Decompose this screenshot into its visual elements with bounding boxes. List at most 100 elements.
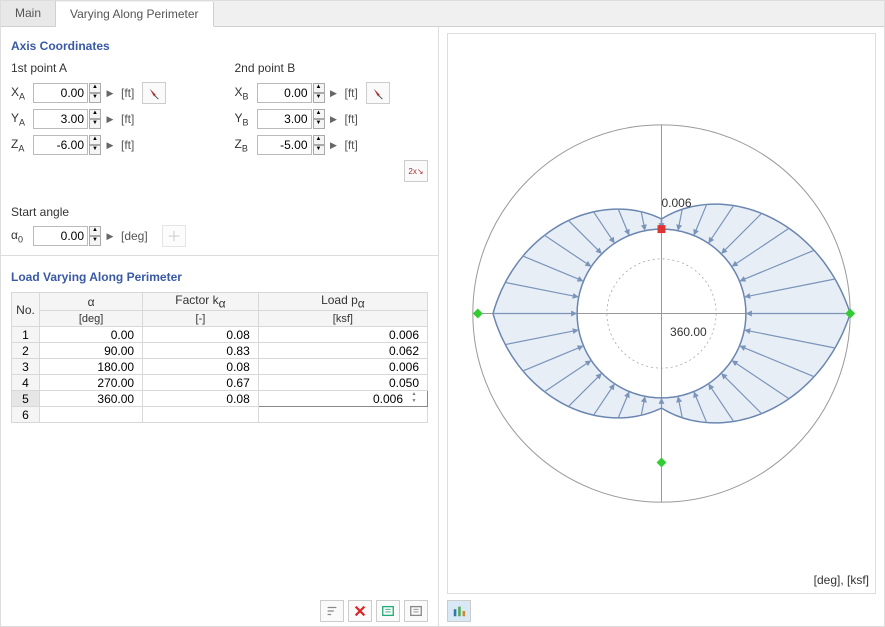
th-alpha-unit: [deg] xyxy=(40,311,143,327)
tab-varying-perimeter[interactable]: Varying Along Perimeter xyxy=(56,2,214,27)
ya-unit: [ft] xyxy=(121,112,134,126)
chart-axis-label: [deg], [ksf] xyxy=(814,573,869,587)
delete-button[interactable] xyxy=(348,600,372,622)
yb-spinner[interactable]: ▲▼ xyxy=(313,109,325,129)
xb-dropdown[interactable]: ▶ xyxy=(327,83,341,103)
chart-top-label: 0.006 xyxy=(662,196,692,210)
pick-b-button[interactable] xyxy=(366,82,390,104)
load-table: No. α Factor kα Load pα [deg] [-] [ksf] … xyxy=(11,292,428,423)
za-spinner[interactable]: ▲▼ xyxy=(89,135,101,155)
zb-spinner[interactable]: ▲▼ xyxy=(313,135,325,155)
xa-dropdown[interactable]: ▶ xyxy=(103,83,117,103)
table-row[interactable]: 6 xyxy=(12,407,428,423)
cell-factor[interactable]: 0.83 xyxy=(143,343,259,359)
pick-2x-button[interactable]: 2x↘ xyxy=(404,160,428,182)
marker-0 xyxy=(658,225,666,233)
cell-factor[interactable]: 0.08 xyxy=(143,359,259,375)
start-angle-title: Start angle xyxy=(11,205,428,219)
cell-alpha[interactable]: 270.00 xyxy=(40,375,143,391)
xb-label: XB xyxy=(235,85,257,101)
load-table-title: Load Varying Along Perimeter xyxy=(11,270,428,284)
table-row[interactable]: 5360.000.08 ▲▼ xyxy=(12,391,428,407)
xb-input[interactable] xyxy=(257,83,312,103)
polar-chart-svg xyxy=(448,34,875,593)
yb-input[interactable] xyxy=(257,109,312,129)
tab-main[interactable]: Main xyxy=(1,1,56,26)
th-no: No. xyxy=(12,293,40,327)
cell-alpha[interactable]: 360.00 xyxy=(40,391,143,407)
yb-label: YB xyxy=(235,111,257,127)
cell-load[interactable]: 0.006 xyxy=(258,359,427,375)
cell-load[interactable]: 0.006 xyxy=(258,327,427,343)
cell-alpha[interactable]: 0.00 xyxy=(40,327,143,343)
export-button[interactable] xyxy=(404,600,428,622)
row-number[interactable]: 4 xyxy=(12,375,40,391)
ya-dropdown[interactable]: ▶ xyxy=(103,109,117,129)
marker-270-left xyxy=(473,309,483,319)
cell-factor[interactable] xyxy=(143,407,259,423)
table-row[interactable]: 290.000.830.062 xyxy=(12,343,428,359)
alpha0-unit: [deg] xyxy=(121,229,148,243)
polar-chart: 0.006 360.00 [deg], [ksf] xyxy=(447,33,876,594)
th-factor-unit: [-] xyxy=(143,311,259,327)
point-b-title: 2nd point B xyxy=(235,61,429,75)
cell-alpha[interactable]: 90.00 xyxy=(40,343,143,359)
import-button[interactable] xyxy=(376,600,400,622)
cell-factor[interactable]: 0.08 xyxy=(143,391,259,407)
yb-unit: [ft] xyxy=(345,112,358,126)
alpha0-pick-button[interactable] xyxy=(162,225,186,247)
sort-button[interactable] xyxy=(320,600,344,622)
table-row[interactable]: 10.000.080.006 xyxy=(12,327,428,343)
xb-unit: [ft] xyxy=(345,86,358,100)
axis-section-title: Axis Coordinates xyxy=(11,39,428,53)
xa-spinner[interactable]: ▲▼ xyxy=(89,83,101,103)
row-number[interactable]: 6 xyxy=(12,407,40,423)
cell-load-spinner[interactable]: ▲▼ xyxy=(409,392,419,406)
zb-label: ZB xyxy=(235,137,257,153)
xa-label: XA xyxy=(11,85,33,101)
th-alpha: α xyxy=(40,293,143,311)
xa-input[interactable] xyxy=(33,83,88,103)
th-factor: Factor kα xyxy=(143,293,259,311)
row-number[interactable]: 5 xyxy=(12,391,40,407)
th-load: Load pα xyxy=(258,293,427,311)
alpha0-dropdown[interactable]: ▶ xyxy=(103,226,117,246)
pick-a-button[interactable] xyxy=(142,82,166,104)
cell-factor[interactable]: 0.67 xyxy=(143,375,259,391)
ya-label: YA xyxy=(11,111,33,127)
zb-dropdown[interactable]: ▶ xyxy=(327,135,341,155)
xa-unit: [ft] xyxy=(121,86,134,100)
yb-dropdown[interactable]: ▶ xyxy=(327,109,341,129)
cell-alpha[interactable]: 180.00 xyxy=(40,359,143,375)
cell-load[interactable]: 0.062 xyxy=(258,343,427,359)
zb-unit: [ft] xyxy=(345,138,358,152)
cell-load[interactable]: ▲▼ xyxy=(258,391,427,407)
row-number[interactable]: 3 xyxy=(12,359,40,375)
marker-180 xyxy=(657,457,667,467)
cell-load-input[interactable] xyxy=(353,392,403,406)
row-number[interactable]: 2 xyxy=(12,343,40,359)
xb-spinner[interactable]: ▲▼ xyxy=(313,83,325,103)
row-number[interactable]: 1 xyxy=(12,327,40,343)
za-dropdown[interactable]: ▶ xyxy=(103,135,117,155)
alpha0-spinner[interactable]: ▲▼ xyxy=(89,226,101,246)
zb-input[interactable] xyxy=(257,135,312,155)
ya-input[interactable] xyxy=(33,109,88,129)
point-a-title: 1st point A xyxy=(11,61,205,75)
cell-load[interactable] xyxy=(258,407,427,423)
table-row[interactable]: 4270.000.670.050 xyxy=(12,375,428,391)
za-input[interactable] xyxy=(33,135,88,155)
cell-load[interactable]: 0.050 xyxy=(258,375,427,391)
cell-alpha[interactable] xyxy=(40,407,143,423)
th-load-unit: [ksf] xyxy=(258,311,427,327)
cell-factor[interactable]: 0.08 xyxy=(143,327,259,343)
chart-center-label: 360.00 xyxy=(670,325,707,339)
table-row[interactable]: 3180.000.080.006 xyxy=(12,359,428,375)
alpha0-label: α0 xyxy=(11,228,33,244)
chart-settings-button[interactable] xyxy=(447,600,471,622)
za-unit: [ft] xyxy=(121,138,134,152)
ya-spinner[interactable]: ▲▼ xyxy=(89,109,101,129)
alpha0-input[interactable] xyxy=(33,226,88,246)
za-label: ZA xyxy=(11,137,33,153)
tab-bar: Main Varying Along Perimeter xyxy=(1,1,884,27)
